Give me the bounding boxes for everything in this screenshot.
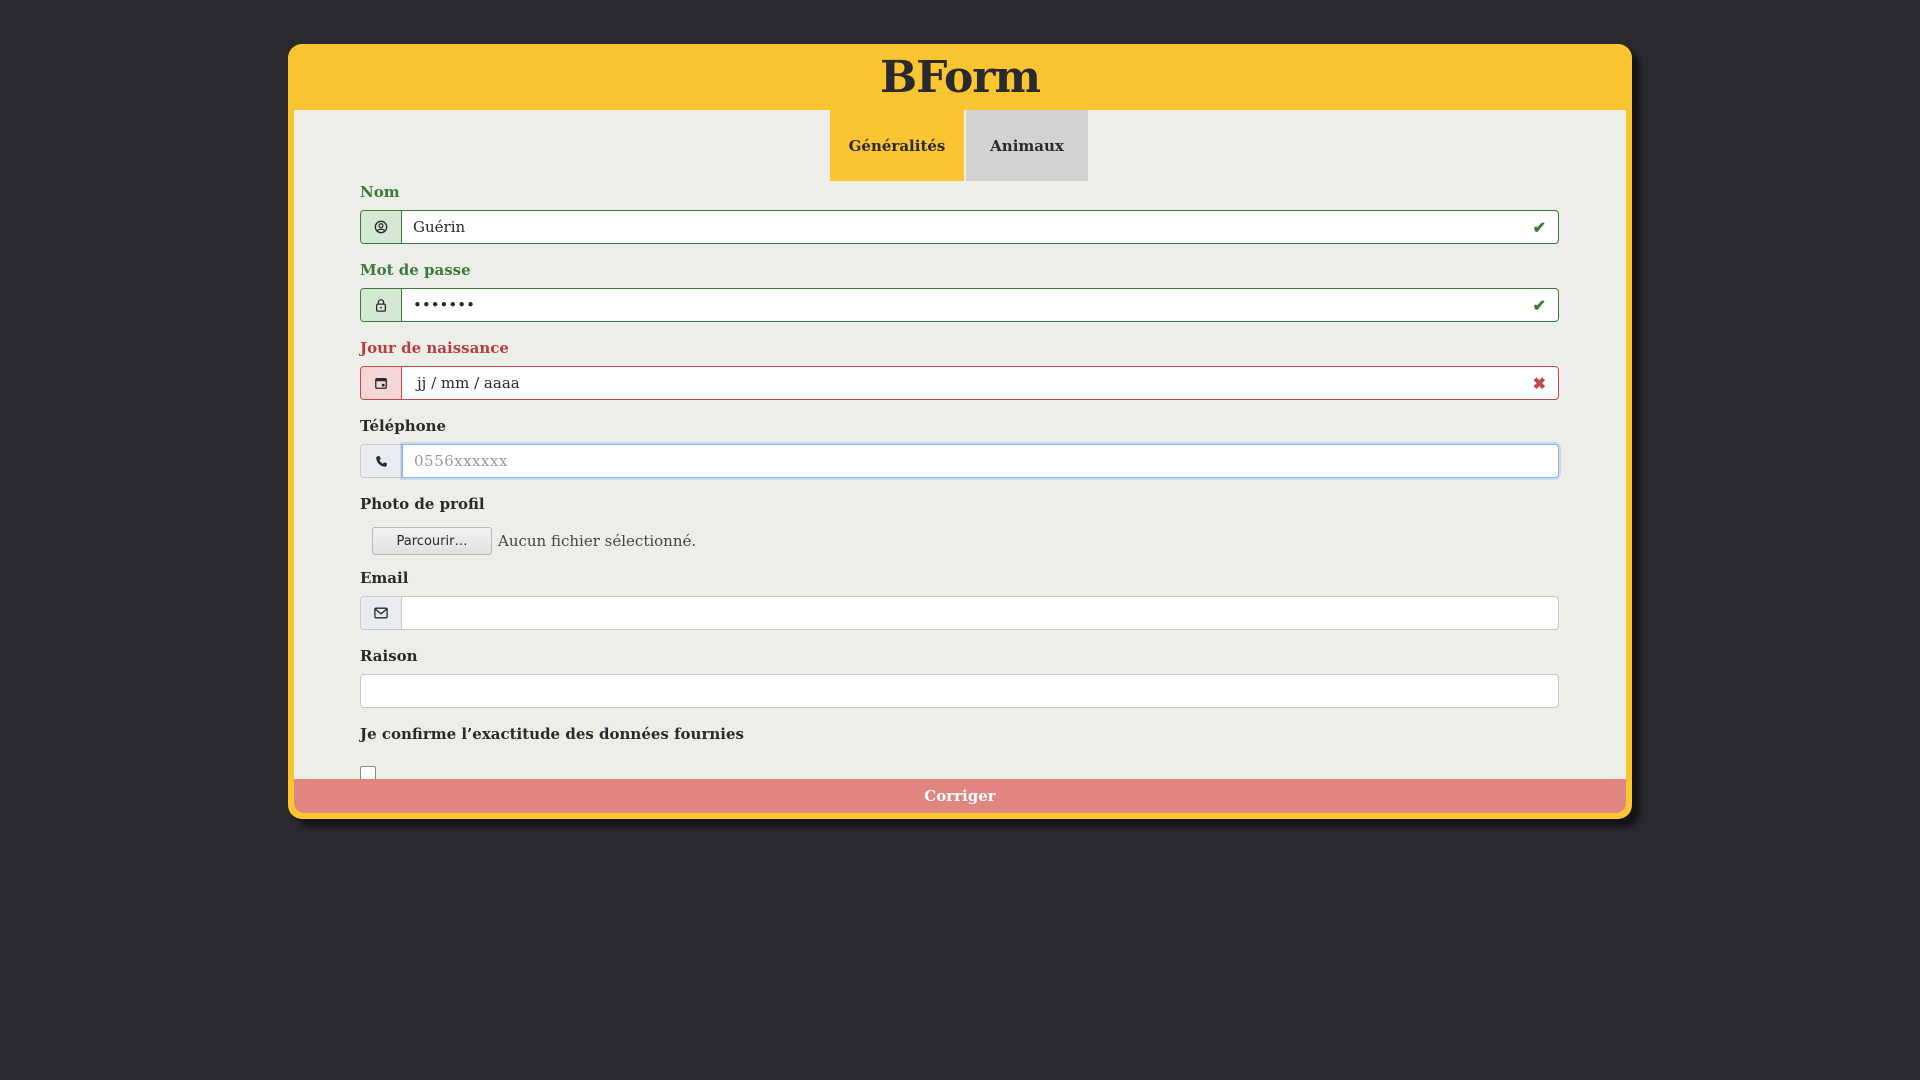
cross-icon: ✖ — [1532, 374, 1546, 393]
email-label: Email — [360, 569, 409, 587]
check-icon: ✔ — [1532, 218, 1546, 237]
form-fields: Nom Guérin ✔ Mot de passe ••••••• ✔ Jour… — [360, 182, 1559, 782]
nom-input-group: Guérin ✔ — [360, 210, 1559, 244]
raison-label: Raison — [360, 647, 418, 665]
tab-bar: Généralités Animaux — [830, 110, 1088, 181]
raison-input[interactable] — [360, 674, 1559, 708]
phone-label: Téléphone — [360, 417, 447, 435]
user-circle-icon — [361, 211, 402, 243]
check-icon: ✔ — [1532, 296, 1546, 315]
phone-input-group: 0556xxxxxx — [360, 444, 1559, 478]
form-card: BForm Généralités Animaux Nom Guérin ✔ M… — [288, 44, 1632, 819]
photo-label: Photo de profil — [360, 495, 485, 513]
file-picker: Parcourir… Aucun fichier sélectionné. — [360, 526, 1559, 556]
browse-button[interactable]: Parcourir… — [372, 527, 492, 555]
password-input-group: ••••••• ✔ — [360, 288, 1559, 322]
nom-label: Nom — [360, 183, 400, 201]
form-panel: Généralités Animaux Nom Guérin ✔ Mot de … — [294, 110, 1626, 813]
confirm-label: Je confirme l’exactitude des données fou… — [360, 725, 744, 743]
tab-generalites[interactable]: Généralités — [830, 110, 964, 181]
phone-icon — [361, 445, 402, 477]
email-input[interactable] — [402, 597, 1558, 629]
calendar-icon — [361, 367, 402, 399]
birthday-label: Jour de naissance — [360, 339, 509, 357]
birthday-input-group: jj / mm / aaaa ✖ — [360, 366, 1559, 400]
tab-animaux[interactable]: Animaux — [966, 110, 1088, 181]
email-input-group — [360, 596, 1559, 630]
password-input[interactable]: ••••••• — [402, 289, 1558, 321]
password-label: Mot de passe — [360, 261, 471, 279]
phone-input[interactable]: 0556xxxxxx — [402, 444, 1559, 478]
lock-icon — [361, 289, 402, 321]
mail-icon — [361, 597, 402, 629]
nom-input[interactable]: Guérin — [402, 211, 1558, 243]
submit-button[interactable]: Corriger — [294, 779, 1626, 813]
brand-title: BForm — [879, 51, 1041, 103]
birthday-input[interactable]: jj / mm / aaaa — [402, 367, 1558, 399]
file-status: Aucun fichier sélectionné. — [498, 532, 697, 550]
